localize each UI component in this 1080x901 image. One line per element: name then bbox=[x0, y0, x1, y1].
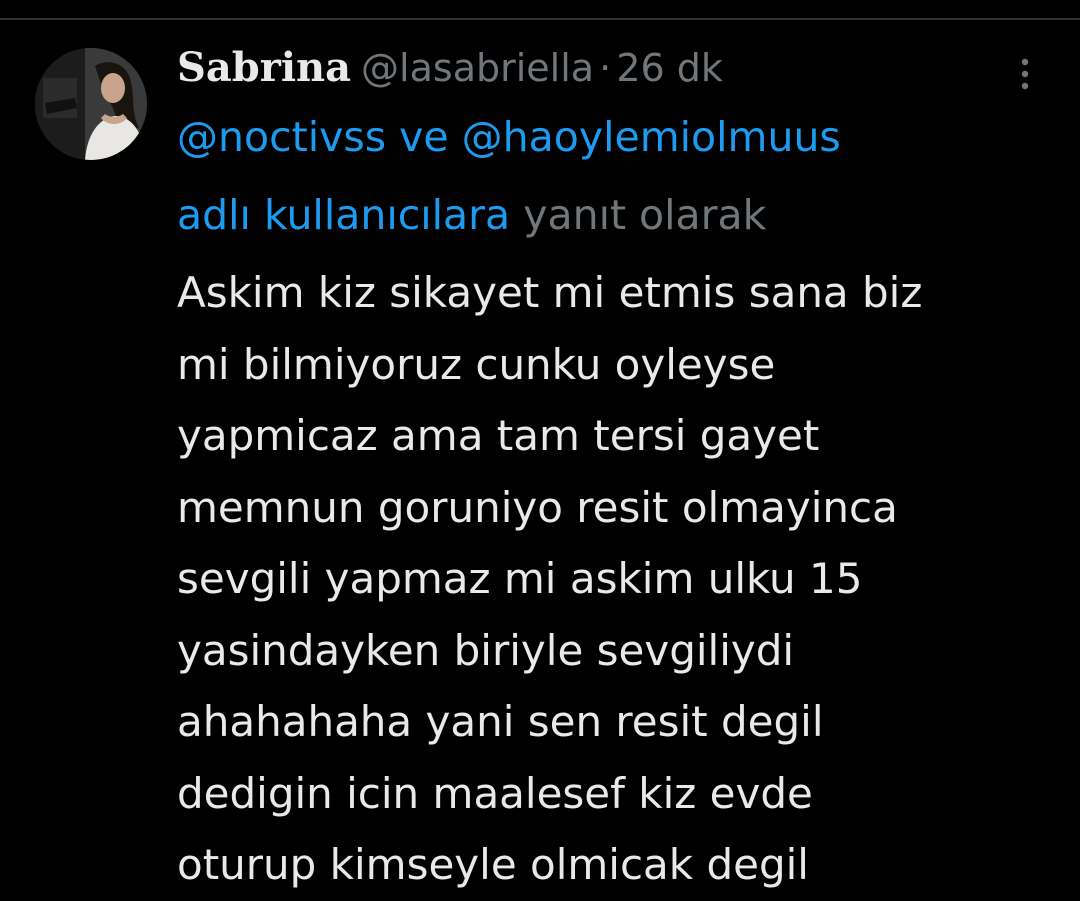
tweet-text-line: sevgili yapmaz mi askim ulku 15 bbox=[177, 554, 863, 603]
more-vertical-icon[interactable] bbox=[1015, 54, 1035, 94]
tweet-text: Askim kiz sikayet mi etmis sana biz mi b… bbox=[177, 257, 1057, 901]
tweet-text-line: oturup kimseyle olmicak degil bbox=[177, 840, 809, 889]
author-display-name[interactable]: Sabrina bbox=[177, 44, 351, 91]
tweet[interactable]: Sabrina @lasabriella · 26 dk @noctivss ve… bbox=[177, 40, 1057, 901]
reply-mention-haoylemiolmuus[interactable]: @haoylemiolmuus bbox=[462, 113, 841, 161]
tweet-text-line: dedigin icin maalesef kiz evde bbox=[177, 768, 813, 818]
reply-context: @noctivss ve @haoylemiolmuus adlı kullan… bbox=[177, 98, 1057, 254]
tweet-timestamp[interactable]: 26 dk bbox=[616, 46, 723, 90]
reply-connector[interactable]: ve bbox=[386, 113, 462, 161]
tweet-text-line: mi bilmiyoruz cunku oyleyse bbox=[177, 339, 776, 389]
tweet-text-line: ahahahaha yani sen resit degil bbox=[177, 697, 824, 746]
reply-users-link[interactable]: adlı kullanıcılara bbox=[177, 191, 510, 239]
tweet-header: Sabrina @lasabriella · 26 dk bbox=[177, 40, 1057, 96]
tweet-text-line: Askim kiz sikayet mi etmis sana biz bbox=[177, 268, 923, 317]
avatar-photo bbox=[35, 48, 147, 160]
top-divider bbox=[0, 18, 1080, 20]
avatar[interactable] bbox=[35, 48, 147, 160]
time-separator: · bbox=[599, 46, 612, 90]
reply-suffix-text: yanıt olarak bbox=[510, 191, 767, 239]
reply-mention-noctivss[interactable]: @noctivss bbox=[177, 113, 386, 161]
author-handle[interactable]: @lasabriella bbox=[361, 46, 594, 90]
tweet-text-line: yapmicaz ama tam tersi gayet bbox=[177, 411, 820, 460]
tweet-text-line: yasindayken biriyle sevgiliydi bbox=[177, 625, 795, 675]
tweet-text-line: memnun goruniyo resit olmayinca bbox=[177, 482, 898, 532]
